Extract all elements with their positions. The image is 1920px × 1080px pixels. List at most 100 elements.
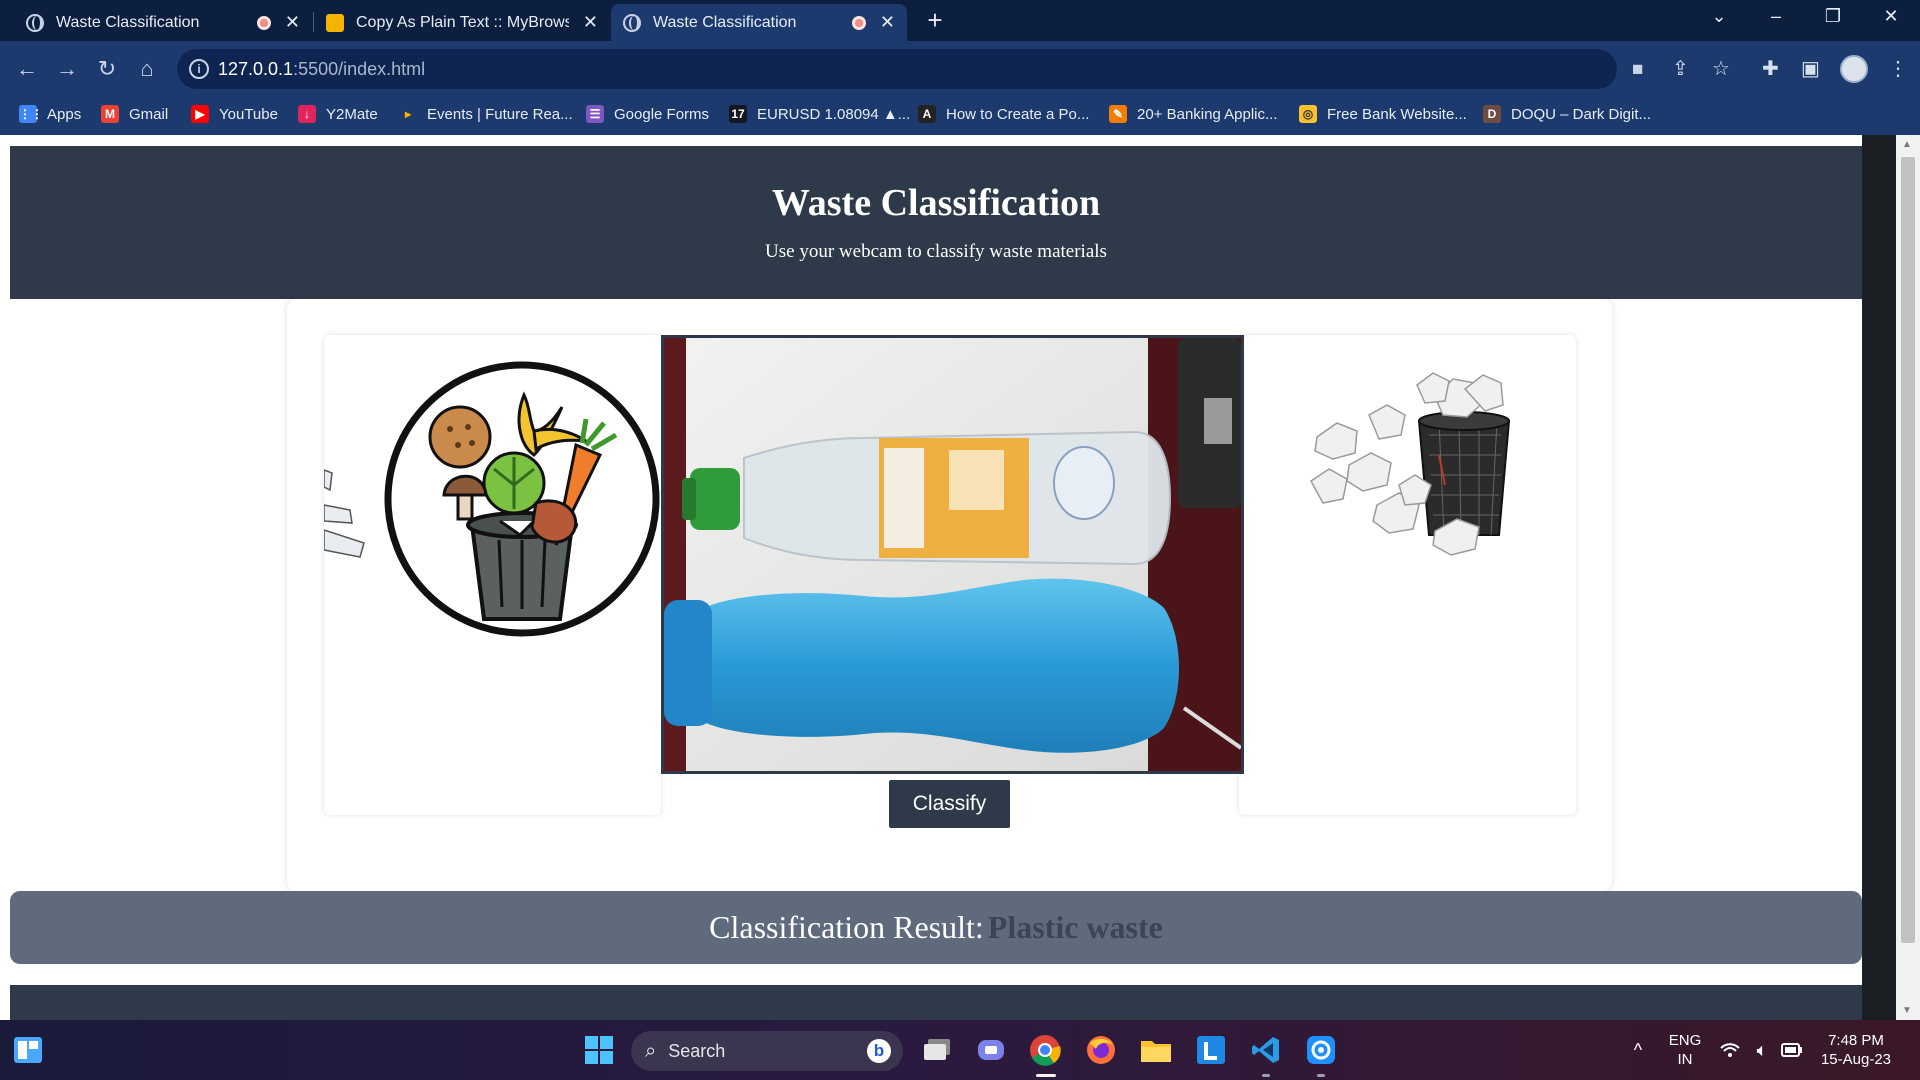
profile-avatar[interactable] [1840, 55, 1868, 83]
reload-icon[interactable]: ↻ [93, 55, 121, 83]
result-value: Plastic waste [987, 909, 1163, 945]
bookmark-free-bank-website[interactable]: ◎ Free Bank Website... [1299, 105, 1467, 123]
restore-button[interactable]: ❐ [1818, 6, 1848, 27]
language-indicator[interactable]: ENG IN [1665, 1031, 1705, 1069]
camera-in-use-icon[interactable]: ■ [1632, 59, 1643, 81]
bookmark-banking-applic[interactable]: ✎ 20+ Banking Applic... [1109, 105, 1278, 123]
close-tab-icon[interactable]: ✕ [583, 12, 598, 33]
minimize-button[interactable]: – [1761, 6, 1791, 27]
page-title: Waste Classification [771, 182, 1101, 224]
page-subtitle: Use your webcam to classify waste materi… [765, 241, 1107, 262]
google-forms-icon: ☰ [586, 105, 604, 123]
url-host: 127.0.0.1 [218, 59, 294, 79]
bookmark-label: 20+ Banking Applic... [1137, 105, 1278, 123]
globe-icon [26, 13, 44, 32]
chrome-icon[interactable] [1029, 1034, 1061, 1066]
taskbar-search-box[interactable]: ⌕ Search b [631, 1031, 903, 1071]
close-tab-icon[interactable]: ✕ [285, 12, 300, 33]
bing-icon[interactable]: b [867, 1039, 891, 1063]
close-tab-icon[interactable]: ✕ [880, 12, 895, 33]
volume-icon[interactable]: 🔈︎ [1746, 1034, 1778, 1066]
teams-chat-icon[interactable] [975, 1034, 1007, 1066]
tab-search-chevron-icon[interactable]: ⌄ [1704, 6, 1734, 27]
tab-copy-as-plain-text[interactable]: Copy As Plain Text :: MyBrowserA ✕ [314, 4, 610, 41]
address-bar[interactable]: i 127.0.0.1:5500/index.html ■ [177, 49, 1643, 89]
webcam-feed [661, 335, 1244, 774]
bookmark-label: Free Bank Website... [1327, 105, 1467, 123]
bookmark-label: YouTube [219, 105, 278, 123]
page-footer [10, 985, 1862, 1020]
bookmark-label: Google Forms [614, 105, 710, 123]
paper-waste-bin-image [1310, 372, 1511, 556]
file-explorer-icon[interactable] [1140, 1034, 1172, 1066]
widgets-icon[interactable] [12, 1034, 44, 1066]
scroll-down-arrow-icon[interactable]: ▼ [1902, 1005, 1912, 1016]
screen-recorder-icon[interactable] [1305, 1034, 1337, 1066]
tab-waste-classification-2[interactable]: Waste Classification ✕ [611, 4, 907, 41]
site-info-icon[interactable]: i [189, 59, 209, 79]
y2mate-icon: ↓ [298, 105, 316, 123]
bookmark-star-icon[interactable]: ☆ [1712, 56, 1730, 81]
vscode-running-indicator [1262, 1074, 1270, 1077]
side-panel-icon[interactable]: ▣ [1801, 56, 1820, 81]
wifi-icon[interactable] [1714, 1034, 1746, 1066]
url-text[interactable]: 127.0.0.1:5500/index.html [218, 59, 425, 80]
bookmark-google-forms[interactable]: ☰ Google Forms [586, 105, 709, 123]
bookmark-label: Apps [47, 105, 82, 123]
apps-grid-icon: ⋮⋮ [19, 105, 43, 123]
start-windows-icon[interactable] [583, 1034, 615, 1066]
page-dark-edge [1862, 135, 1896, 1020]
tab-strip: Waste Classification ✕ Copy As Plain Tex… [0, 0, 1920, 41]
bookmarks-bar: ⋮⋮ Apps M Gmail ▶ YouTube ↓ Y2Mate ▸ Events |… [0, 97, 1920, 135]
chrome-active-indicator [1036, 1074, 1056, 1077]
forward-arrow-icon[interactable]: → [53, 55, 81, 83]
bookmark-events[interactable]: ▸ Events | Future Rea... [399, 105, 573, 123]
globe-icon [623, 13, 641, 32]
bookmark-how-to-create[interactable]: A How to Create a Po... [918, 105, 1089, 123]
share-icon[interactable]: ⇪ [1672, 56, 1689, 81]
classification-result-bar: Classification Result: Plastic waste [10, 891, 1862, 964]
scroll-up-arrow-icon[interactable]: ▲ [1902, 139, 1912, 150]
tray-chevron-up-icon[interactable]: ^ [1622, 1034, 1654, 1066]
task-view-icon[interactable] [921, 1034, 953, 1066]
scrollbar-thumb[interactable] [1901, 157, 1915, 943]
bookmark-label: How to Create a Po... [946, 105, 1090, 123]
document-icon [326, 13, 344, 32]
clock-date: 15-Aug-23 [1820, 1051, 1892, 1068]
bookmark-label: Y2Mate [326, 105, 378, 123]
windows-taskbar: ⌕ Search b ^ ENG IN 🔈︎ 7:48 PM 15-Aug-23 [0, 1020, 1920, 1080]
tab-title: Waste Classification [653, 13, 797, 31]
tab-waste-classification-1[interactable]: Waste Classification ✕ [14, 4, 312, 41]
close-window-button[interactable]: ✕ [1876, 6, 1906, 27]
tab-title: Copy As Plain Text :: MyBrowserA [356, 13, 569, 31]
bookmark-label: EURUSD 1.08094 ▲... [757, 105, 911, 123]
firefox-icon[interactable] [1085, 1034, 1117, 1066]
home-icon[interactable]: ⌂ [133, 55, 161, 83]
recording-icon [256, 15, 271, 30]
vscode-icon[interactable] [1250, 1034, 1282, 1066]
region-code: IN [1677, 1051, 1693, 1068]
clock[interactable]: 7:48 PM 15-Aug-23 [1816, 1031, 1896, 1069]
youtube-icon: ▶ [191, 105, 209, 123]
bookmark-doqu[interactable]: D DOQU – Dark Digit... [1483, 105, 1651, 123]
organic-waste-bin-image [324, 361, 660, 637]
bookmark-youtube[interactable]: ▶ YouTube [191, 105, 278, 123]
result-label: Classification Result: [709, 909, 984, 945]
new-tab-button[interactable]: + [920, 6, 950, 36]
extensions-puzzle-icon[interactable]: ✚ [1762, 56, 1779, 81]
bookmark-y2mate[interactable]: ↓ Y2Mate [298, 105, 378, 123]
events-icon: ▸ [399, 105, 417, 123]
bookmark-eurusd[interactable]: 17 EURUSD 1.08094 ▲... [729, 105, 910, 123]
lively-l-icon[interactable] [1195, 1034, 1227, 1066]
doqu-icon: D [1483, 105, 1501, 123]
page-viewport: Waste Classification Use your webcam to … [0, 135, 1920, 1020]
bookmark-gmail[interactable]: M Gmail [101, 105, 168, 123]
menu-kebab-icon[interactable]: ⋮ [1888, 56, 1908, 81]
classify-button[interactable]: Classify [889, 780, 1010, 828]
battery-icon[interactable] [1776, 1034, 1808, 1066]
bookmark-apps[interactable]: ⋮⋮ Apps [19, 105, 81, 123]
right-slide-card [1239, 335, 1576, 815]
url-path: :5500/index.html [293, 59, 426, 79]
search-icon: ⌕ [645, 1039, 657, 1062]
back-arrow-icon[interactable]: ← [13, 55, 41, 83]
